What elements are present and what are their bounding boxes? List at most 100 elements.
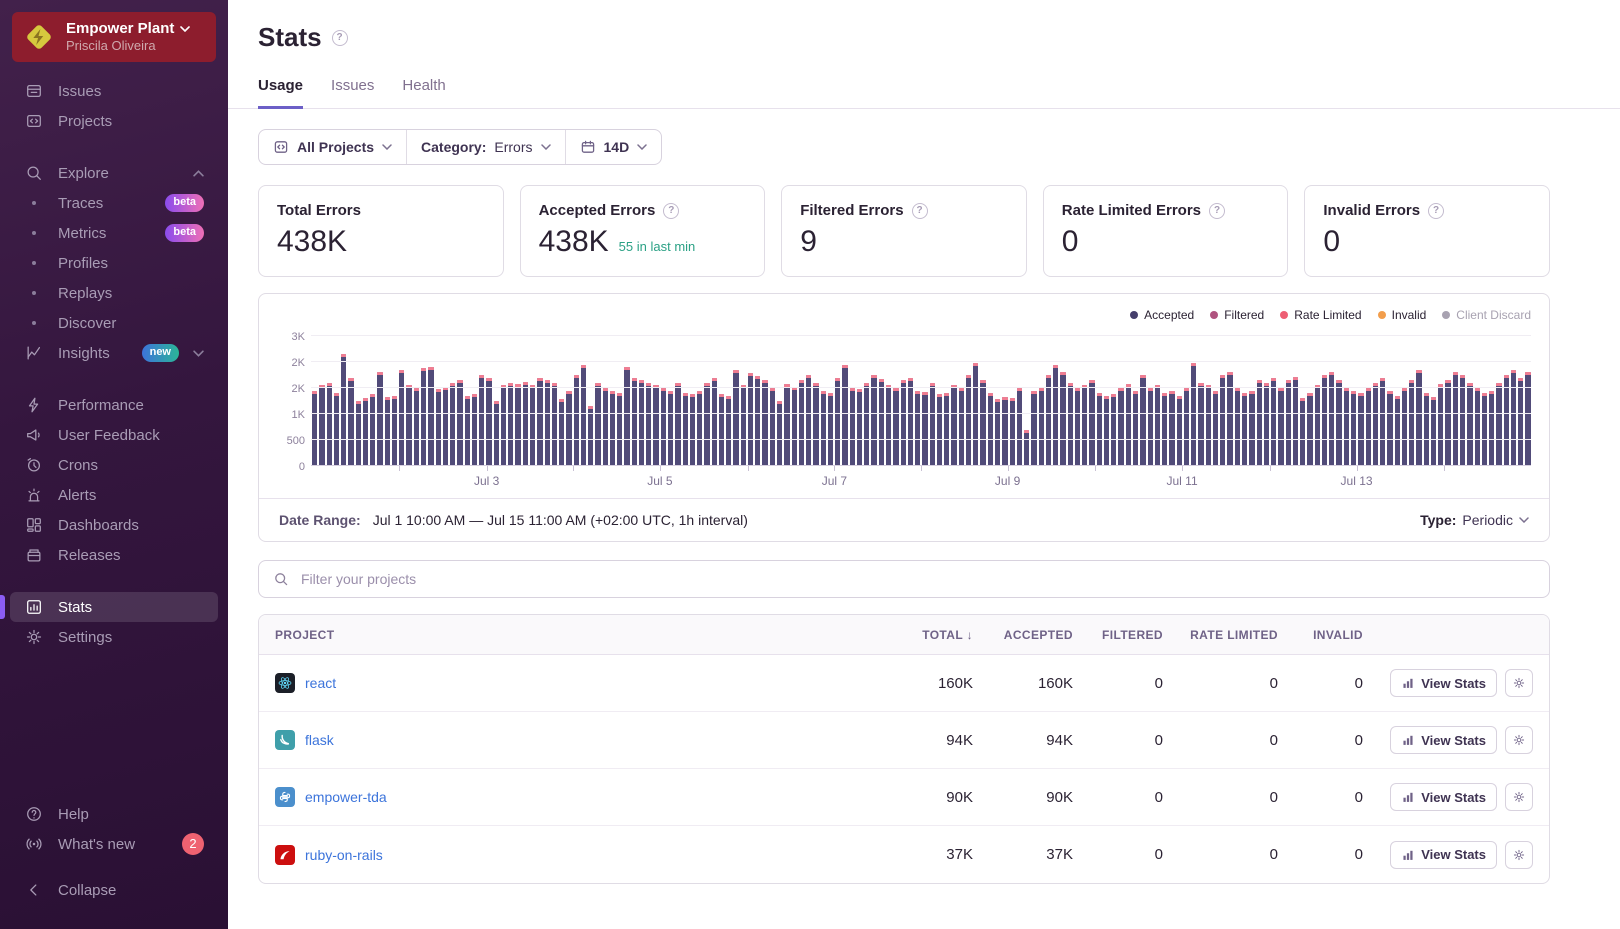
sidebar-item-help[interactable]: Help xyxy=(0,799,218,829)
chart-bar[interactable] xyxy=(1249,391,1254,466)
tab-health[interactable]: Health xyxy=(402,77,445,109)
help-icon[interactable]: ? xyxy=(663,203,679,219)
chart-bar[interactable] xyxy=(559,399,564,466)
chart-bar[interactable] xyxy=(1322,375,1327,466)
chart-bar[interactable] xyxy=(566,391,571,466)
chart-bar[interactable] xyxy=(668,391,673,466)
sidebar-item-projects[interactable]: Projects xyxy=(0,106,218,136)
chart-bar[interactable] xyxy=(1344,388,1349,466)
chart-bar[interactable] xyxy=(995,399,1000,466)
chart-bar[interactable] xyxy=(1002,397,1007,466)
chart-bar[interactable] xyxy=(1191,363,1196,466)
column-header-invalid[interactable]: INVALID xyxy=(1278,628,1363,642)
tab-issues[interactable]: Issues xyxy=(331,77,374,109)
chart-bar[interactable] xyxy=(988,393,993,466)
chart-bar[interactable] xyxy=(675,383,680,466)
chart-bar[interactable] xyxy=(704,383,709,466)
chart-bar[interactable] xyxy=(632,378,637,466)
chart-bar[interactable] xyxy=(1518,378,1523,466)
chart-bar[interactable] xyxy=(1046,375,1051,466)
chart-bar[interactable] xyxy=(508,383,513,466)
chart-bar[interactable] xyxy=(457,380,462,466)
chart-bar[interactable] xyxy=(617,393,622,466)
search-input[interactable] xyxy=(299,570,1535,588)
chart-bar[interactable] xyxy=(1264,383,1269,466)
category-filter[interactable]: Category: Errors xyxy=(406,130,564,164)
chart-bar[interactable] xyxy=(334,393,339,466)
chart-bar[interactable] xyxy=(784,384,789,466)
chart-bar[interactable] xyxy=(515,384,520,466)
chart-bar[interactable] xyxy=(1351,391,1356,466)
chart-bar[interactable] xyxy=(1315,385,1320,466)
view-stats-button[interactable]: View Stats xyxy=(1390,726,1497,754)
chart-bar[interactable] xyxy=(581,365,586,466)
chart-bar[interactable] xyxy=(741,385,746,466)
chart-bar[interactable] xyxy=(871,375,876,466)
chart-bar[interactable] xyxy=(443,387,448,466)
project-settings-button[interactable] xyxy=(1505,669,1533,697)
chart-bar[interactable] xyxy=(1053,365,1058,466)
legend-item-rate-limited[interactable]: Rate Limited xyxy=(1280,308,1361,322)
chart-bar[interactable] xyxy=(341,354,346,466)
chart-bar[interactable] xyxy=(683,393,688,466)
chart-bar[interactable] xyxy=(1169,391,1174,466)
chart-bar[interactable] xyxy=(552,383,557,466)
sidebar-item-crons[interactable]: Crons xyxy=(0,450,218,480)
chart-bar[interactable] xyxy=(1380,378,1385,466)
chart-bar[interactable] xyxy=(690,394,695,466)
project-link[interactable]: flask xyxy=(305,732,334,748)
chart-bar[interactable] xyxy=(1155,385,1160,466)
chart-bar[interactable] xyxy=(1271,378,1276,466)
chart-bar[interactable] xyxy=(908,378,913,466)
column-header-total[interactable]: TOTAL ↓ xyxy=(868,628,973,642)
chart-bar[interactable] xyxy=(465,396,470,466)
view-stats-button[interactable]: View Stats xyxy=(1390,669,1497,697)
chart-bar[interactable] xyxy=(363,398,368,466)
org-switcher[interactable]: Empower Plant Priscila Oliveira xyxy=(12,12,216,62)
chart-bar[interactable] xyxy=(610,391,615,466)
chart-bar[interactable] xyxy=(835,378,840,466)
chart-bar[interactable] xyxy=(1111,394,1116,466)
chart-bar[interactable] xyxy=(399,370,404,466)
chart-bar[interactable] xyxy=(421,368,426,466)
project-link[interactable]: react xyxy=(305,675,336,691)
column-header-filtered[interactable]: FILTERED xyxy=(1073,628,1163,642)
legend-item-invalid[interactable]: Invalid xyxy=(1378,308,1427,322)
chart-bar[interactable] xyxy=(697,391,702,466)
chart-bar[interactable] xyxy=(1416,370,1421,466)
help-icon[interactable]: ? xyxy=(912,203,928,219)
chart-bar[interactable] xyxy=(1242,393,1247,466)
chart-bar[interactable] xyxy=(1148,388,1153,466)
chart-bar[interactable] xyxy=(944,393,949,466)
chart-bar[interactable] xyxy=(828,393,833,466)
chart-bar[interactable] xyxy=(1162,393,1167,466)
chart-bar[interactable] xyxy=(1402,388,1407,466)
chart-bar[interactable] xyxy=(479,375,484,466)
chart-bar[interactable] xyxy=(806,375,811,466)
chart-bar[interactable] xyxy=(1424,393,1429,466)
legend-item-filtered[interactable]: Filtered xyxy=(1210,308,1264,322)
chart-bar[interactable] xyxy=(661,388,666,466)
chart-bar[interactable] xyxy=(472,394,477,466)
chart-bar[interactable] xyxy=(486,378,491,466)
chart-bar[interactable] xyxy=(1293,377,1298,466)
chart-bar[interactable] xyxy=(915,391,920,466)
chart-bar[interactable] xyxy=(1010,398,1015,466)
chart-bar[interactable] xyxy=(1496,383,1501,466)
chart-bar[interactable] xyxy=(733,370,738,466)
chart-bar[interactable] xyxy=(980,380,985,466)
sidebar-item-insights[interactable]: Insightsnew xyxy=(0,338,218,368)
chart-bar[interactable] xyxy=(414,388,419,466)
chart-bar[interactable] xyxy=(436,389,441,466)
chart-bar[interactable] xyxy=(762,380,767,466)
chart-bar[interactable] xyxy=(574,375,579,466)
sidebar-item-explore[interactable]: Explore xyxy=(0,158,218,188)
chart-bar[interactable] xyxy=(327,383,332,466)
project-link[interactable]: empower-tda xyxy=(305,789,387,805)
column-header-accepted[interactable]: ACCEPTED xyxy=(973,628,1073,642)
chart-bar[interactable] xyxy=(1140,375,1145,466)
view-stats-button[interactable]: View Stats xyxy=(1390,783,1497,811)
chart-bar[interactable] xyxy=(755,376,760,466)
chart-bar[interactable] xyxy=(1438,384,1443,466)
project-filter[interactable]: All Projects xyxy=(259,130,406,164)
